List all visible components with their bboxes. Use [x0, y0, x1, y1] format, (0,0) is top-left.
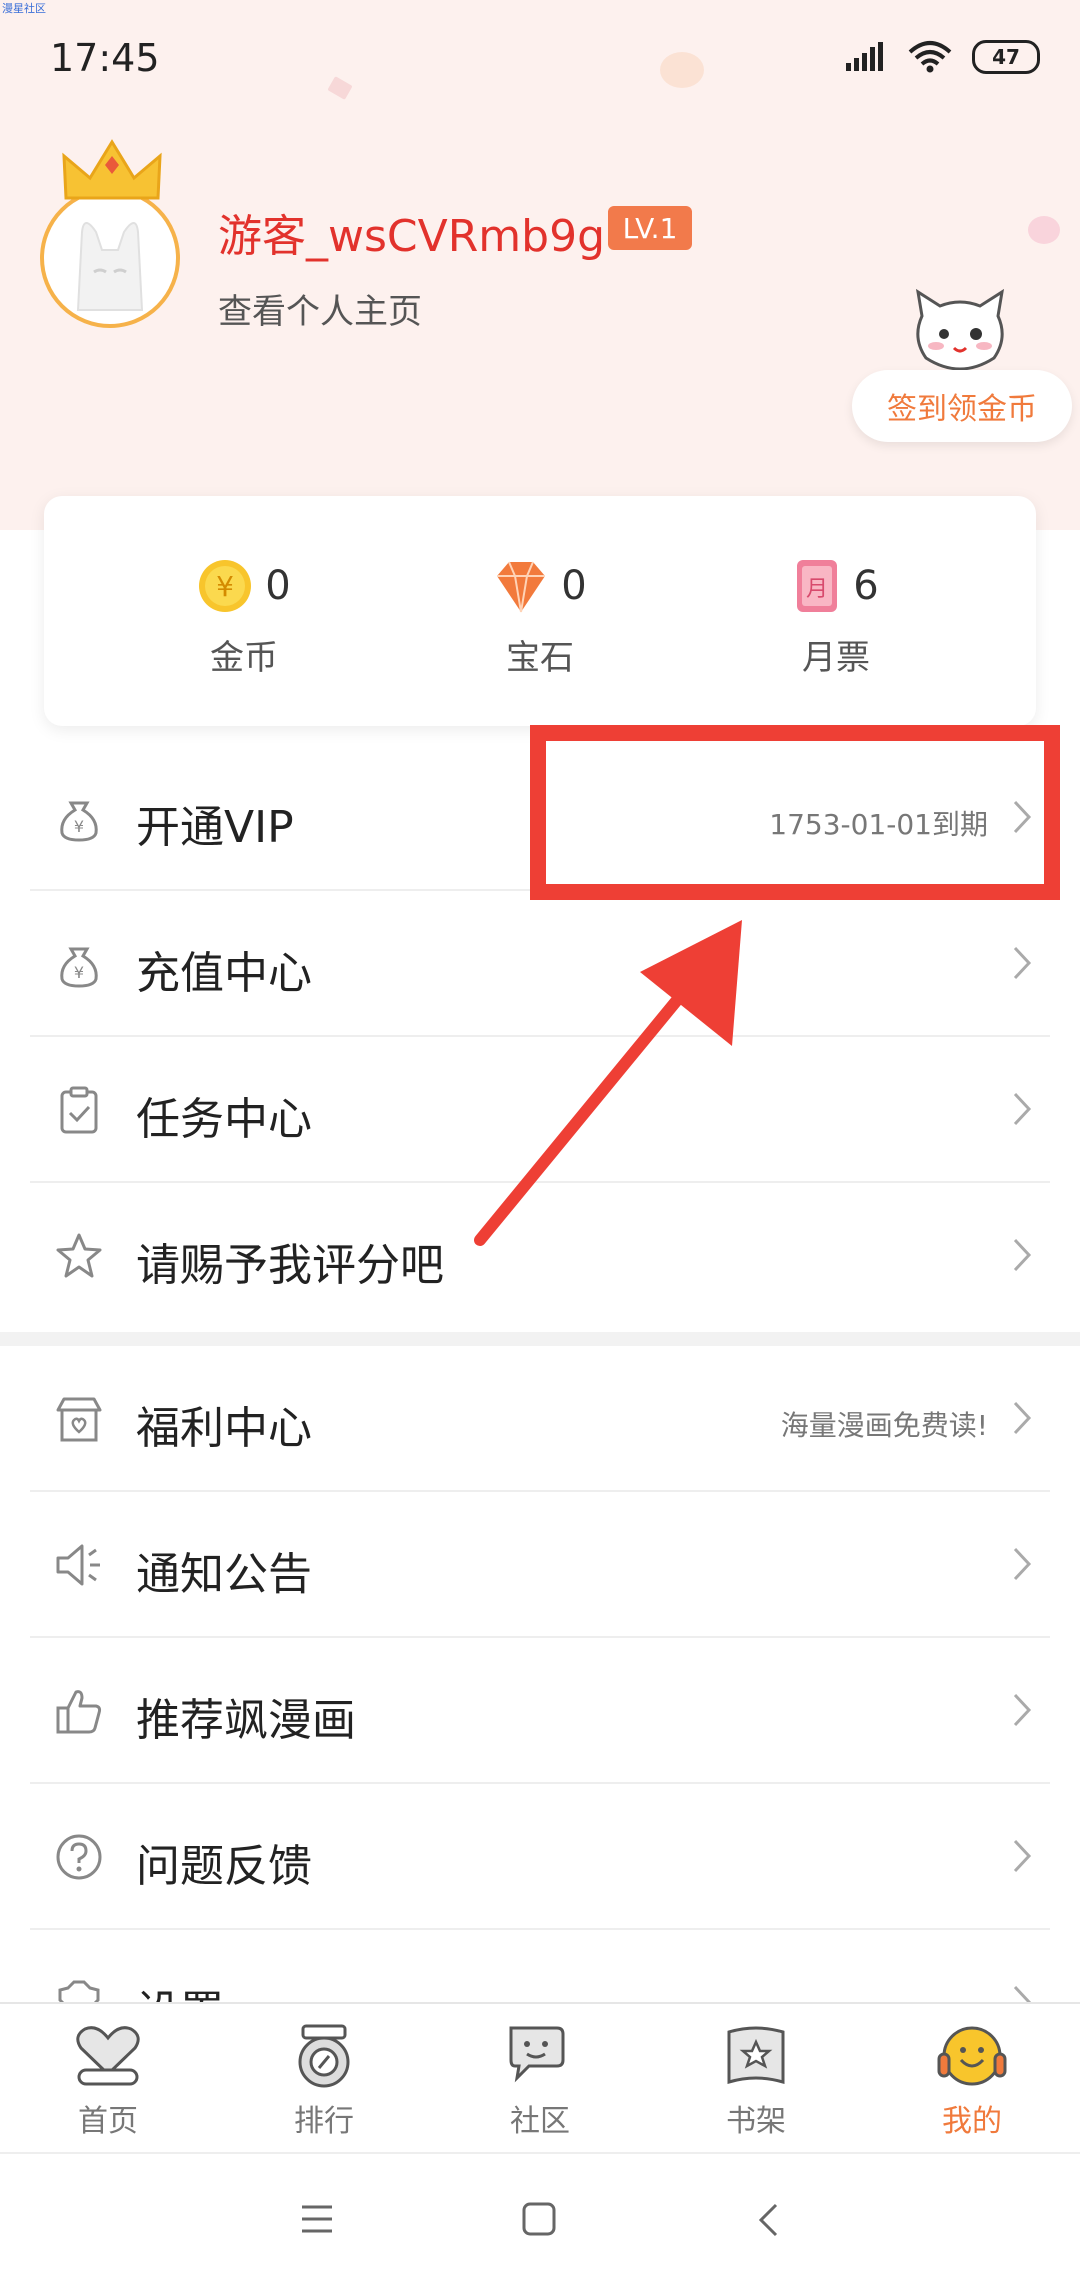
money-bag-icon: ¥: [60, 801, 98, 842]
menu-label: 开通VIP: [136, 802, 294, 853]
chevron-right-icon: [1013, 1092, 1032, 1126]
bottom-tab-bar: 首页 排行 社区 书架 我的: [0, 2002, 1080, 2154]
chevron-right-icon: [1013, 1401, 1032, 1435]
menu-label: 推荐飒漫画: [136, 1695, 356, 1746]
system-nav-bar: [0, 2152, 1080, 2282]
svg-text:月: 月: [806, 577, 828, 602]
welfare-promo-text: 海量漫画免费读!: [780, 1409, 988, 1442]
speaker-icon: [56, 1544, 100, 1586]
chevron-right-icon: [1013, 1238, 1032, 1272]
status-time: 17:45: [50, 36, 160, 80]
view-profile-link[interactable]: 查看个人主页: [218, 284, 422, 333]
menu-icon[interactable]: [300, 2204, 334, 2234]
coins-label: 金币: [210, 638, 278, 678]
tab-label: 首页: [78, 2104, 138, 2139]
tab-label: 排行: [294, 2104, 354, 2139]
annotation-highlight-box: [530, 725, 1060, 900]
svg-text:¥: ¥: [74, 817, 84, 836]
tab-label: 书架: [726, 2104, 786, 2139]
gold-coin-icon: ¥: [199, 560, 252, 612]
svg-text:¥: ¥: [216, 570, 234, 603]
menu-item-recommend[interactable]: 推荐飒漫画: [30, 1638, 1050, 1784]
chevron-right-icon: [1013, 1547, 1032, 1581]
chevron-right-icon: [1013, 946, 1032, 980]
avatar[interactable]: [40, 188, 180, 328]
decoration: [327, 76, 353, 100]
svg-text:¥: ¥: [74, 963, 84, 982]
monthly-ticket-icon: 月: [797, 560, 838, 612]
cat-mascot-icon: [915, 288, 1005, 371]
crown-icon: [62, 139, 162, 200]
bookshelf-icon: [727, 2026, 785, 2085]
decoration: [660, 52, 704, 88]
tickets-label: 月票: [802, 638, 870, 678]
menu-item-notices[interactable]: 通知公告: [30, 1492, 1050, 1638]
home-square-icon[interactable]: [522, 2202, 556, 2236]
menu-label: 福利中心: [136, 1403, 312, 1454]
wallet-stats-card: ¥ 0 金币 0 宝石 月 6 月票: [44, 496, 1036, 726]
tickets-value: 6: [853, 563, 879, 609]
tab-label: 我的: [942, 2104, 1002, 2139]
tab-label: 社区: [510, 2104, 570, 2139]
section-divider: [0, 1332, 1080, 1346]
annotation-arrow-icon: [474, 920, 742, 1246]
gems-label: 宝石: [506, 638, 574, 678]
tab-ranking[interactable]: 排行: [244, 2024, 404, 2140]
coins-value: 0: [265, 563, 291, 609]
chevron-right-icon: [1013, 1839, 1032, 1873]
heart-home-icon: [76, 2026, 140, 2086]
menu-label: 充值中心: [136, 948, 312, 999]
gift-shop-icon: [56, 1397, 102, 1442]
decoration: [1028, 216, 1060, 244]
stat-coins[interactable]: ¥ 0 金币: [94, 556, 394, 679]
tab-bookshelf[interactable]: 书架: [676, 2024, 836, 2140]
tab-community[interactable]: 社区: [460, 2024, 620, 2140]
clipboard-check-icon: [60, 1086, 98, 1134]
community-chat-icon: [509, 2026, 565, 2083]
menu-label: 问题反馈: [136, 1841, 312, 1892]
back-icon[interactable]: [756, 2202, 780, 2238]
menu-item-welfare[interactable]: 福利中心 海量漫画免费读!: [30, 1346, 1050, 1492]
stat-monthly-tickets[interactable]: 月 6 月票: [686, 556, 986, 679]
username: 游客_wsCVRmb9g: [218, 211, 606, 262]
tab-mine[interactable]: 我的: [892, 2024, 1052, 2140]
menu-label: 请赐予我评分吧: [136, 1240, 444, 1291]
status-icons: 47: [844, 40, 1040, 74]
gems-value: 0: [561, 563, 587, 609]
gem-icon: [497, 561, 546, 613]
money-bag-icon: ¥: [60, 947, 98, 988]
signal-icon: [846, 42, 883, 71]
menu-label: 任务中心: [136, 1094, 312, 1145]
watermark-text: 漫星社区: [2, 2, 46, 15]
ranking-icon: [298, 2024, 350, 2088]
mine-face-icon: [937, 2026, 1007, 2086]
menu-item-feedback[interactable]: 问题反馈: [30, 1784, 1050, 1930]
question-icon: [56, 1834, 102, 1880]
menu-label: 通知公告: [136, 1549, 312, 1600]
battery-indicator: 47: [972, 40, 1040, 74]
level-badge: LV.1: [608, 206, 692, 250]
thumbs-up-icon: [56, 1690, 102, 1734]
checkin-button[interactable]: 签到领金币: [852, 370, 1072, 442]
star-icon: [56, 1233, 102, 1278]
chevron-right-icon: [1013, 1693, 1032, 1727]
wifi-icon: [908, 41, 952, 73]
tab-home[interactable]: 首页: [28, 2024, 188, 2140]
rabbit-avatar-icon: [76, 222, 144, 311]
stat-gems[interactable]: 0 宝石: [390, 556, 690, 679]
